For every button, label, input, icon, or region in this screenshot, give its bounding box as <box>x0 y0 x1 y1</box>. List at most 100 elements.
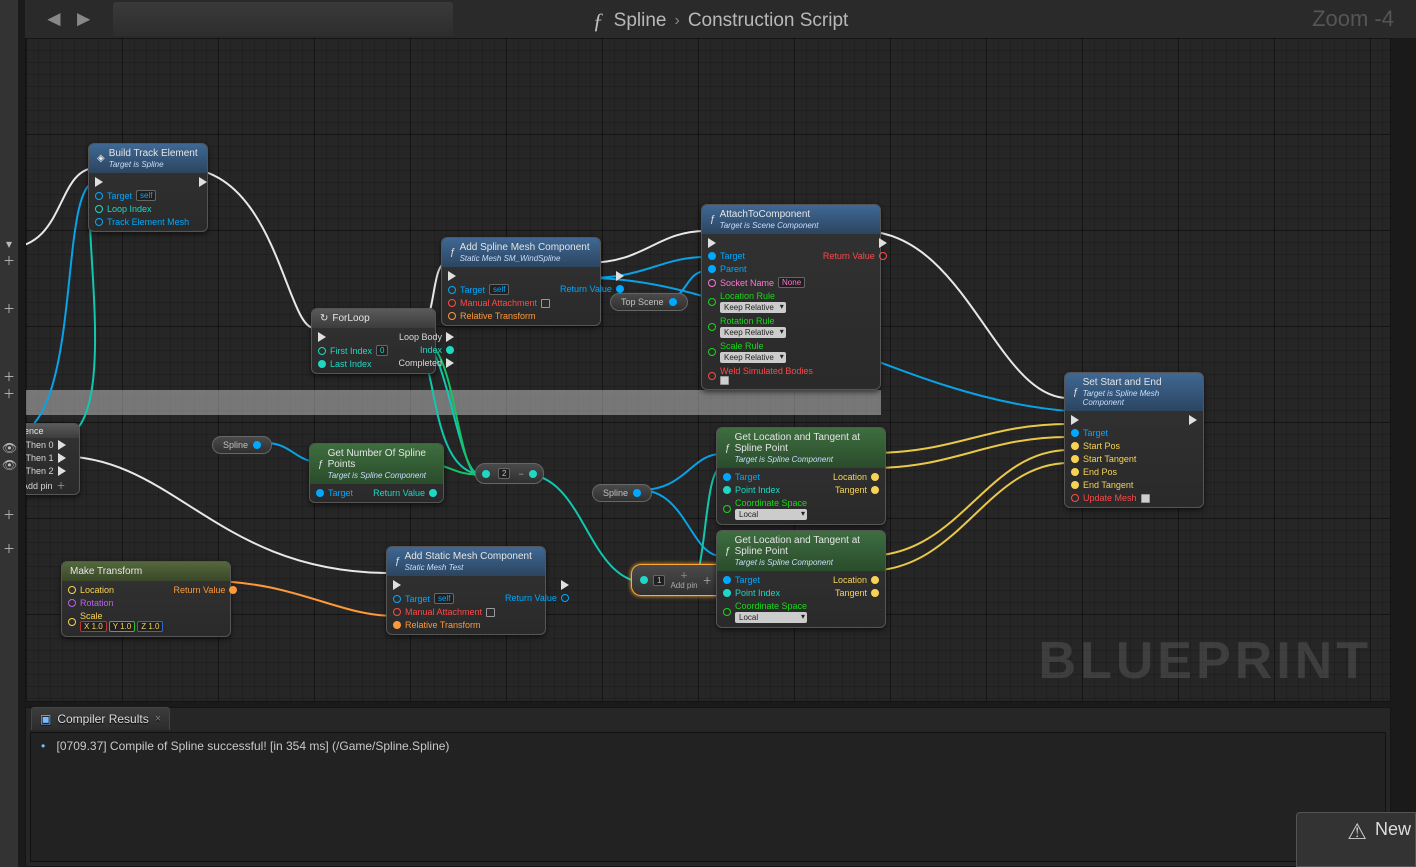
node-add-spline-mesh[interactable]: ƒ Add Spline Mesh ComponentStatic Mesh S… <box>441 237 601 326</box>
node-for-loop[interactable]: ↻ForLoop First Index0 Last Index Loop Bo… <box>311 308 436 374</box>
pin-scale[interactable]: Scale X 1.0 Y 1.0 Z 1.0 <box>68 611 163 632</box>
pin-a[interactable] <box>640 576 648 584</box>
node-make-transform[interactable]: Make Transform Location Rotation Scale X… <box>61 561 231 637</box>
pin-location[interactable]: Location <box>833 575 879 585</box>
pin-exec-in[interactable] <box>708 238 813 248</box>
pin-a[interactable] <box>482 470 490 478</box>
pin-tangent[interactable]: Tangent <box>833 588 879 598</box>
compiler-results-tab[interactable]: ▣ Compiler Results × <box>31 707 170 730</box>
strip-add-btn[interactable]: ＋ <box>2 370 16 384</box>
open-tab[interactable] <box>113 2 453 36</box>
pin-weld[interactable]: Weld Simulated Bodies <box>708 366 813 385</box>
pin-target[interactable]: Target <box>708 251 813 261</box>
pin-loop-body[interactable]: Loop Body <box>398 332 454 342</box>
pin-end-pos[interactable]: End Pos <box>1071 467 1150 477</box>
node-attach-to-component[interactable]: ƒ AttachToComponentTarget is Scene Compo… <box>701 204 881 390</box>
pin-target[interactable]: Targetself <box>393 593 495 604</box>
pin-exec-in[interactable] <box>318 332 388 342</box>
pin-exec-out[interactable] <box>823 238 887 248</box>
var-spline[interactable]: Spline <box>212 436 272 454</box>
breadcrumb-blueprint[interactable]: Spline <box>614 10 667 32</box>
pin-then0[interactable]: Then 0 <box>26 440 54 450</box>
var-spline[interactable]: Spline <box>592 484 652 502</box>
strip-add-btn[interactable]: ＋ <box>2 387 16 401</box>
pin-return-value[interactable]: Return Value <box>560 284 624 294</box>
pin-exec-out[interactable] <box>560 271 624 281</box>
pin-start-tangent[interactable]: Start Tangent <box>1071 454 1150 464</box>
pin-relative-transform[interactable]: Relative Transform <box>448 311 550 321</box>
pin-update-mesh[interactable]: Update Mesh <box>1071 493 1150 503</box>
close-icon[interactable]: × <box>155 713 161 725</box>
breadcrumb[interactable]: ƒ Spline › Construction Script <box>593 8 849 34</box>
pin-last-index[interactable]: Last Index <box>318 359 388 369</box>
pin-target[interactable]: Target <box>1071 428 1150 438</box>
node-sequence[interactable]: ence Then 0 Then 1 Then 2 Add pin＋ <box>25 423 80 495</box>
input-value[interactable]: 2 <box>498 468 510 479</box>
pin-return-value[interactable]: Return Value <box>823 251 887 261</box>
strip-add-btn[interactable]: ＋ <box>2 302 16 316</box>
pin-manual-attachment[interactable]: Manual Attachment <box>448 298 550 308</box>
pin-location[interactable]: Location <box>68 585 163 595</box>
pin-target[interactable]: Target <box>316 488 353 498</box>
pin-coord-space[interactable]: Coordinate SpaceLocal <box>723 601 807 623</box>
pin-rotation[interactable]: Rotation <box>68 598 163 608</box>
eye-icon[interactable]: 👁 <box>2 458 16 472</box>
pin-point-index[interactable]: Point Index <box>723 588 807 598</box>
strip-add-btn[interactable]: ＋ <box>2 254 16 268</box>
strip-add-btn[interactable]: ＋ <box>2 508 16 522</box>
pin-first-index[interactable]: First Index0 <box>318 345 388 356</box>
pin-exec-in[interactable] <box>393 580 495 590</box>
pin-completed[interactable]: Completed <box>398 358 454 368</box>
node-get-location-tangent-2[interactable]: ƒ Get Location and Tangent at Spline Poi… <box>716 530 886 628</box>
pin-exec-out[interactable] <box>199 177 207 187</box>
pin-exec-in[interactable] <box>1071 415 1150 425</box>
pin-start-pos[interactable]: Start Pos <box>1071 441 1150 451</box>
pin-end-tangent[interactable]: End Tangent <box>1071 480 1150 490</box>
pin-relative-transform[interactable]: Relative Transform <box>393 620 495 630</box>
strip-btn[interactable]: ▾ <box>2 237 16 251</box>
notification-toast[interactable]: ⚠ New <box>1296 812 1416 867</box>
strip-add-btn[interactable]: ＋ <box>2 542 16 556</box>
pin-manual-attachment[interactable]: Manual Attachment <box>393 607 495 617</box>
pin-index[interactable]: Index <box>398 345 454 355</box>
node-get-num-spline-points[interactable]: ƒ Get Number Of Spline PointsTarget is S… <box>309 443 444 503</box>
pin-scale-rule[interactable]: Scale RuleKeep Relative <box>708 341 813 363</box>
compiler-results-body[interactable]: • [0709.37] Compile of Spline successful… <box>30 732 1386 862</box>
pin-coord-space[interactable]: Coordinate SpaceLocal <box>723 498 807 520</box>
pin-then2[interactable]: Then 2 <box>26 466 54 476</box>
pin-location-rule[interactable]: Location RuleKeep Relative <box>708 291 813 313</box>
pin-target[interactable]: Targetself <box>95 190 189 201</box>
pin-return-value[interactable]: Return Value <box>373 488 437 498</box>
pin-tangent[interactable]: Tangent <box>833 485 879 495</box>
node-build-track-element[interactable]: ◈ Build Track ElementTarget is Spline Ta… <box>88 143 208 232</box>
pin-exec-out[interactable] <box>1189 415 1197 425</box>
pin-out[interactable] <box>529 470 537 478</box>
input-value[interactable]: 1 <box>653 575 665 586</box>
nav-forward-icon[interactable]: ► <box>73 6 95 32</box>
pin-point-index[interactable]: Point Index <box>723 485 807 495</box>
pin-target[interactable]: Target <box>723 472 807 482</box>
pin-return-value[interactable]: Return Value <box>173 585 237 595</box>
pin-track-mesh[interactable]: Track Element Mesh <box>95 217 189 227</box>
pin-loop-index[interactable]: Loop Index <box>95 204 189 214</box>
node-get-location-tangent-1[interactable]: ƒ Get Location and Tangent at Spline Poi… <box>716 427 886 525</box>
pin-socket-name[interactable]: Socket NameNone <box>708 277 813 288</box>
pin-rotation-rule[interactable]: Rotation RuleKeep Relative <box>708 316 813 338</box>
pin-location[interactable]: Location <box>833 472 879 482</box>
node-subtract-int[interactable]: 2 − <box>475 463 544 484</box>
pin-target[interactable]: Targetself <box>448 284 550 295</box>
var-top-scene[interactable]: Top Scene <box>610 293 688 311</box>
pin-exec-in[interactable] <box>448 271 550 281</box>
add-pin-button[interactable]: Add pin <box>670 581 697 590</box>
breadcrumb-graph[interactable]: Construction Script <box>688 10 849 32</box>
pin-return-value[interactable]: Return Value <box>505 593 569 603</box>
node-set-start-and-end[interactable]: ƒ Set Start and EndTarget is Spline Mesh… <box>1064 372 1204 508</box>
pin-then1[interactable]: Then 1 <box>26 453 54 463</box>
pin-parent[interactable]: Parent <box>708 264 813 274</box>
pin-exec-in[interactable] <box>95 177 189 187</box>
pin-target[interactable]: Target <box>723 575 807 585</box>
add-pin-button[interactable]: Add pin <box>25 481 53 491</box>
nav-back-icon[interactable]: ◄ <box>43 6 65 32</box>
blueprint-graph[interactable]: BLUEPRINT ence <box>25 37 1391 702</box>
node-add-static-mesh[interactable]: ƒ Add Static Mesh ComponentStatic Mesh T… <box>386 546 546 635</box>
